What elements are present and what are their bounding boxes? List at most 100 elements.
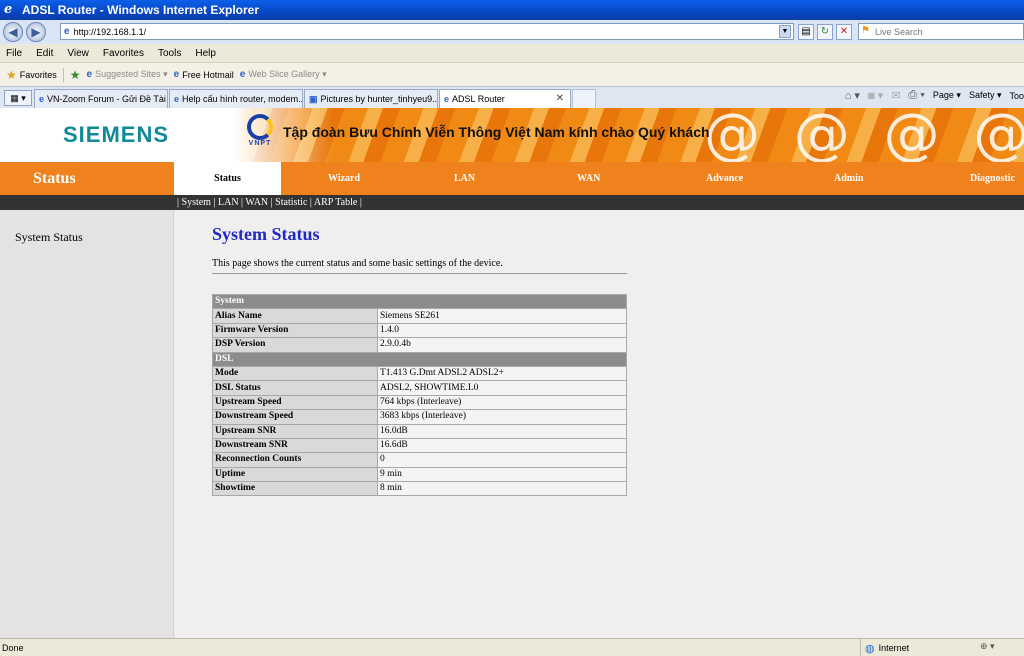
row-label: DSL Status — [212, 380, 378, 396]
suggested-sites-link[interactable]: e Suggested Sites ▾ — [87, 69, 168, 80]
sidebar-item-system-status[interactable]: System Status — [15, 230, 83, 245]
router-banner: @ @ @ @ @ SIEMENS VNPT Tập đoàn Bưu Chín… — [0, 108, 1024, 162]
row-value: 2.9.0.4b — [377, 337, 627, 353]
page-title: System Status — [212, 224, 320, 244]
nav-advance[interactable]: Advance — [706, 162, 743, 195]
row-label: Upstream Speed — [212, 394, 378, 411]
stop-button[interactable]: ✕ — [836, 24, 852, 40]
menu-file[interactable]: File — [6, 48, 22, 59]
add-favorite-button[interactable]: ★ — [70, 68, 81, 82]
tab-vnzoom[interactable]: e VN-Zoom Forum - Gửi Đề Tài ... — [34, 89, 168, 108]
nav-status[interactable]: Status — [174, 162, 281, 195]
nav-wan[interactable]: WAN — [577, 162, 600, 195]
safety-menu[interactable]: Safety ▾ — [969, 90, 1002, 101]
security-zone: ◍ Internet — [860, 639, 909, 656]
compatibility-icon[interactable]: ▤ — [798, 24, 814, 40]
nav-diagnostic[interactable]: Diagnostic — [970, 162, 1015, 195]
row-label: Reconnection Counts — [212, 452, 378, 468]
tab-label: Pictures by hunter_tinhyeu9... — [320, 94, 438, 104]
tab-label: VN-Zoom Forum - Gửi Đề Tài ... — [47, 94, 168, 104]
ie-page-icon: e — [173, 69, 180, 80]
nav-admin[interactable]: Admin — [834, 162, 863, 195]
table-row: Firmware Version 1.4.0 — [212, 322, 627, 339]
star-icon: ★ — [6, 67, 17, 82]
menu-help[interactable]: Help — [195, 48, 216, 59]
window-title: ADSL Router - Windows Internet Explorer — [22, 3, 260, 17]
forward-button[interactable]: ▶ — [26, 22, 46, 42]
page-description: This page shows the current status and s… — [212, 258, 503, 269]
menu-edit[interactable]: Edit — [36, 48, 53, 59]
page-icon: e — [64, 26, 70, 37]
row-value: Siemens SE261 — [377, 308, 627, 324]
row-value: T1.413 G.Dmt ADSL2 ADSL2+ — [377, 365, 627, 382]
section-title: Status — [33, 170, 76, 187]
subnav-arp-table[interactable]: ARP Table — [314, 197, 357, 208]
back-button[interactable]: ◀ — [3, 22, 23, 42]
zone-label: Internet — [878, 643, 910, 653]
table-row: Downstream SNR 16.6dB — [212, 437, 627, 454]
new-tab-button[interactable] — [572, 89, 596, 108]
refresh-button[interactable]: ↻ — [817, 24, 833, 40]
tab-page-icon: ▣ — [309, 93, 318, 104]
table-row: Reconnection Counts 0 — [212, 452, 627, 468]
ie-logo-icon: e — [4, 2, 13, 17]
vnpt-logo: VNPT — [244, 114, 276, 156]
web-page: @ @ @ @ @ SIEMENS VNPT Tập đoàn Bưu Chín… — [0, 108, 1024, 638]
tools-menu[interactable]: Too — [1009, 91, 1024, 101]
add-favorite-icon: ★ — [69, 67, 81, 82]
row-value: 8 min — [377, 481, 627, 497]
ie-page-icon: e — [239, 69, 246, 80]
zoom-icon[interactable]: ⊕ ▾ — [980, 641, 995, 652]
free-hotmail-link[interactable]: e Free Hotmail — [174, 69, 234, 80]
row-value: 16.6dB — [377, 437, 627, 454]
row-value: 9 min — [377, 466, 627, 483]
web-slice-gallery-link[interactable]: e Web Slice Gallery ▾ — [240, 69, 327, 80]
row-label: Mode — [212, 365, 378, 382]
close-tab-icon[interactable]: ✕ — [556, 93, 564, 104]
vnpt-label: VNPT — [248, 140, 272, 147]
tab-adsl-router[interactable]: e ADSL Router ✕ — [439, 89, 571, 108]
feeds-icon[interactable]: ◙ ▾ — [868, 89, 883, 102]
command-bar: ⌂ ▾ ◙ ▾ ✉ ⎙ ▾ Page ▾ Safety ▾ Too — [845, 89, 1024, 102]
nav-lan[interactable]: LAN — [454, 162, 475, 195]
welcome-slogan: Tập đoàn Bưu Chính Viễn Thông Việt Nam k… — [283, 124, 710, 140]
ie-page-icon: e — [86, 69, 93, 80]
favorites-button[interactable]: ★ Favorites — [6, 68, 57, 82]
tab-pictures[interactable]: ▣ Pictures by hunter_tinhyeu9... — [304, 89, 438, 108]
search-input[interactable] — [875, 26, 1015, 37]
print-icon[interactable]: ⎙ ▾ — [908, 89, 924, 102]
table-row: DSL Status ADSL2, SHOWTIME.L0 — [212, 380, 627, 396]
home-icon[interactable]: ⌂ ▾ — [845, 89, 860, 102]
tab-help[interactable]: e Help cấu hình router, modem... — [169, 89, 303, 108]
row-label: Uptime — [212, 466, 378, 483]
page-menu[interactable]: Page ▾ — [933, 90, 961, 101]
quick-tabs-button[interactable]: ▦ ▾ — [4, 90, 32, 106]
search-box[interactable]: ⚑ — [858, 23, 1024, 40]
address-field[interactable]: e http://192.168.1.1/ ▼ — [60, 23, 794, 40]
row-label: Firmware Version — [212, 322, 378, 339]
subnav-lan[interactable]: LAN — [218, 197, 239, 208]
menu-tools[interactable]: Tools — [158, 48, 181, 59]
sidebar: System Status — [0, 210, 174, 638]
url-text[interactable]: http://192.168.1.1/ — [74, 27, 147, 37]
tab-label: ADSL Router — [452, 94, 505, 104]
address-dropdown-button[interactable]: ▼ — [779, 25, 791, 38]
web-slice-gallery-label: Web Slice Gallery ▾ — [248, 69, 327, 79]
table-row: DSP Version 2.9.0.4b — [212, 337, 627, 353]
row-value: 3683 kbps (Interleave) — [377, 409, 627, 425]
status-table: System Alias Name Siemens SE261 Firmware Ve… — [212, 293, 627, 497]
subnav-system[interactable]: System — [182, 197, 211, 208]
menu-favorites[interactable]: Favorites — [103, 48, 144, 59]
table-row: Showtime 8 min — [212, 481, 627, 497]
subnav-separator: | — [210, 197, 218, 208]
table-row: Uptime 9 min — [212, 466, 627, 483]
main-content: System Status This page shows the curren… — [174, 210, 1024, 638]
section-header-cell: System — [212, 293, 627, 310]
subnav-wan[interactable]: WAN — [245, 197, 268, 208]
nav-wizard[interactable]: Wizard — [328, 162, 360, 195]
menu-view[interactable]: View — [67, 48, 89, 59]
subnav-statistic[interactable]: Statistic — [275, 197, 307, 208]
status-bar: Done ◍ Internet ⊕ ▾ — [0, 638, 1024, 656]
row-value: 16.0dB — [377, 423, 627, 439]
mail-icon[interactable]: ✉ — [891, 89, 900, 102]
